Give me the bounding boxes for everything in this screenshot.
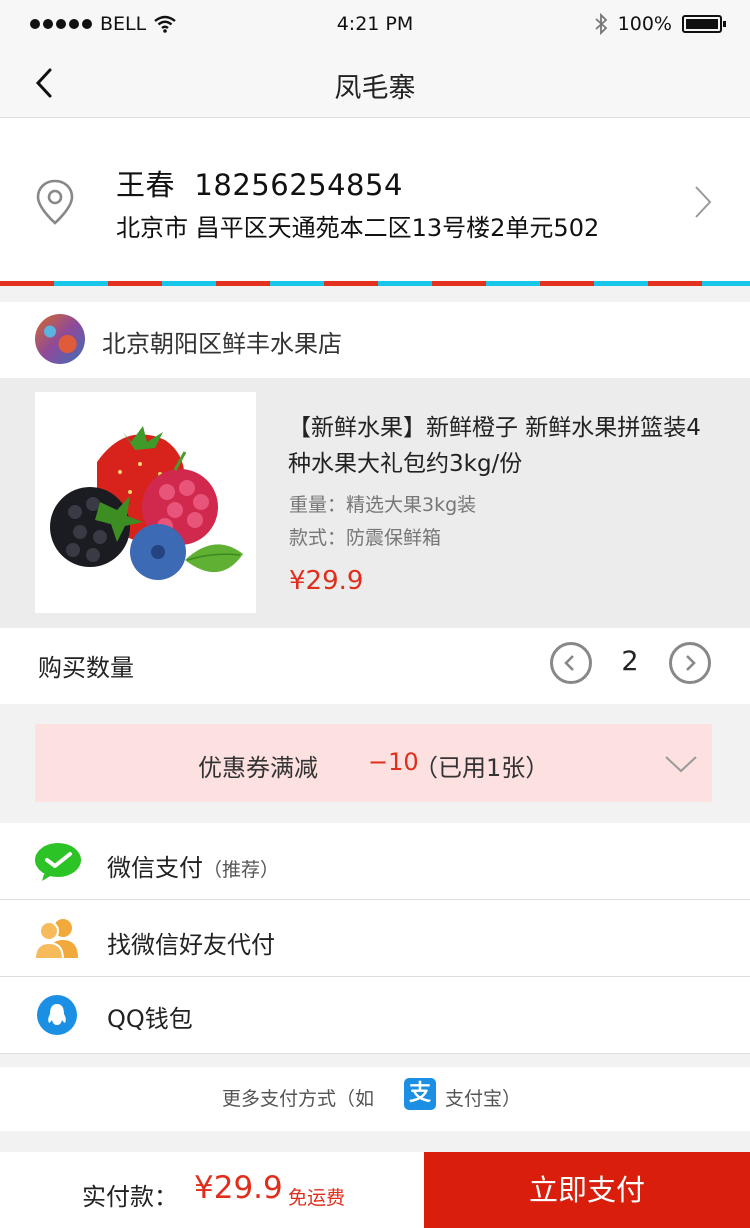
chevron-right-icon [686,655,696,671]
bluetooth-icon [595,13,607,35]
recipient-name-phone: 王春 18256254854 [116,168,403,202]
product-style: 款式：防震保鲜箱 [289,527,442,549]
friends-pay-icon [34,919,78,960]
status-right: 100% [594,13,726,35]
shipping-note: 免运费 [288,1187,346,1209]
nav-bar: 凤毛寨 [0,48,750,118]
quantity-label: 购买数量 [38,654,134,682]
coupon-label: 优惠券满减 [198,754,318,782]
product-title: 【新鲜水果】新鲜橙子 新鲜水果拼篮装4种水果大礼包约3kg/份 [288,415,701,477]
product-image [35,392,256,613]
battery-icon [682,15,726,33]
quantity-decrease-button[interactable] [550,642,592,684]
chevron-down-icon [665,756,697,773]
chevron-left-icon [564,655,574,671]
qq-wallet-label: QQ钱包 [107,1005,193,1033]
coupon-value: −10 [368,748,419,776]
divider [0,1053,750,1054]
product-price: ¥29.9 [289,566,364,596]
wechat-pay-icon [35,843,81,881]
coupon-used-count: （已用1张） [414,754,550,782]
address-border-stripe [0,281,750,286]
wechat-pay-text: 微信支付 [107,854,203,882]
location-pin-icon [36,179,74,225]
status-bar: BELL 4:21 PM 100% [0,0,750,48]
pay-now-button[interactable]: 立即支付 [424,1152,750,1228]
wechat-pay-label: 微信支付（推荐） [107,848,279,883]
alipay-icon: 支 [404,1078,436,1110]
more-payment-methods[interactable] [0,1067,750,1131]
shop-name: 北京朝阳区鲜丰水果店 [102,330,342,358]
qq-wallet-icon [37,995,77,1035]
friend-pay-label: 找微信好友代付 [107,931,275,959]
battery-label: 100% [617,13,672,35]
quantity-value: 2 [621,646,639,677]
recipient-address: 北京市 昌平区天通苑本二区13号楼2单元502 [116,214,600,242]
shop-avatar [35,314,85,364]
total-label: 实付款： [82,1183,178,1211]
quantity-increase-button[interactable] [669,642,711,684]
chevron-right-icon [695,186,712,218]
more-payment-prefix: 更多支付方式（如 [222,1088,375,1110]
wechat-pay-recommend: （推荐） [203,859,280,881]
total-price: ¥29.9 [194,1170,283,1206]
fruit-illustration [50,426,243,580]
more-payment-suffix: 支付宝） [445,1088,522,1110]
product-weight: 重量：精选大果3kg装 [289,494,477,516]
page-title: 凤毛寨 [334,73,416,104]
